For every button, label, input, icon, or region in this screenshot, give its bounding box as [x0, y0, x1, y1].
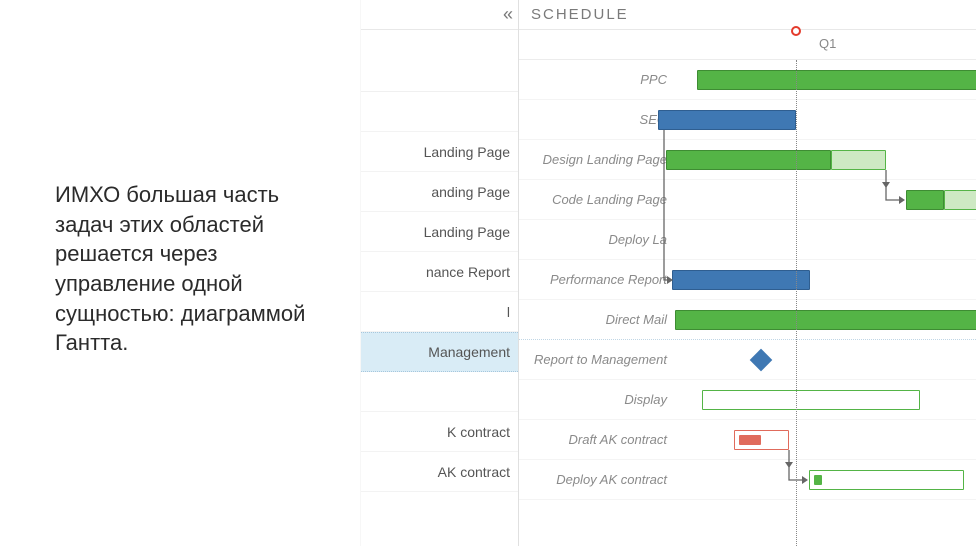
- row-label: Draft AK contract: [519, 420, 679, 459]
- task-sidebar: « Landing Pageanding PageLanding Pagenan…: [361, 0, 519, 546]
- gantt-rows[interactable]: PPCSEODesign Landing PageCode Landing Pa…: [519, 60, 976, 546]
- row-label: PPC: [519, 60, 679, 99]
- gantt-row: Report to Management: [519, 340, 976, 380]
- gantt-row: Direct Mail: [519, 300, 976, 340]
- gantt-row: Deploy La: [519, 220, 976, 260]
- schedule-panel: SCHEDULE Q1 PPCSEODesign Landing PageCod…: [519, 0, 976, 546]
- gantt-bar[interactable]: [809, 470, 964, 490]
- task-row[interactable]: [361, 372, 518, 412]
- quarter-label: Q1: [819, 36, 836, 51]
- chevron-left-icon: «: [503, 4, 508, 25]
- gantt-bar[interactable]: [944, 190, 976, 210]
- task-row[interactable]: l: [361, 292, 518, 332]
- gantt-row: Code Landing Page: [519, 180, 976, 220]
- gantt-row: Deploy AK contract: [519, 460, 976, 500]
- gantt-bar[interactable]: [831, 150, 886, 170]
- timeline-header[interactable]: Q1: [519, 30, 976, 60]
- gantt-row: Draft AK contract: [519, 420, 976, 460]
- row-label: Performance Report: [519, 260, 679, 299]
- gantt-bar[interactable]: [675, 310, 976, 330]
- gantt-bar[interactable]: [734, 430, 789, 450]
- task-row[interactable]: Landing Page: [361, 212, 518, 252]
- gantt-bar[interactable]: [672, 270, 810, 290]
- gantt-app: « Landing Pageanding PageLanding Pagenan…: [360, 0, 976, 546]
- task-row[interactable]: AK contract: [361, 452, 518, 492]
- today-marker: [791, 26, 801, 36]
- gantt-row: Performance Report: [519, 260, 976, 300]
- gantt-bar[interactable]: [697, 70, 976, 90]
- gantt-row: Design Landing Page: [519, 140, 976, 180]
- gantt-bar[interactable]: [906, 190, 944, 210]
- task-row[interactable]: K contract: [361, 412, 518, 452]
- row-label: Deploy AK contract: [519, 460, 679, 499]
- collapse-button[interactable]: «: [361, 0, 518, 30]
- task-row[interactable]: Landing Page: [361, 132, 518, 172]
- row-label: Design Landing Page: [519, 140, 679, 179]
- gantt-row: PPC: [519, 60, 976, 100]
- schedule-title: SCHEDULE: [519, 0, 976, 30]
- gantt-bar[interactable]: [666, 150, 831, 170]
- row-label: Report to Management: [519, 340, 679, 379]
- today-line: [796, 60, 797, 546]
- row-label: Deploy La: [519, 220, 679, 259]
- gantt-row: SEO: [519, 100, 976, 140]
- gantt-bar[interactable]: [702, 390, 920, 410]
- row-label: Display: [519, 380, 679, 419]
- task-row[interactable]: [361, 92, 518, 132]
- gantt-bar[interactable]: [658, 110, 796, 130]
- caption-text: ИМХО большая часть задач этих областей р…: [0, 0, 360, 546]
- task-row[interactable]: nance Report: [361, 252, 518, 292]
- gantt-row: Display: [519, 380, 976, 420]
- row-label: Code Landing Page: [519, 180, 679, 219]
- task-row[interactable]: Management: [361, 332, 518, 372]
- milestone-diamond[interactable]: [750, 349, 773, 372]
- task-row[interactable]: anding Page: [361, 172, 518, 212]
- row-label: SEO: [519, 100, 679, 139]
- row-label: Direct Mail: [519, 300, 679, 339]
